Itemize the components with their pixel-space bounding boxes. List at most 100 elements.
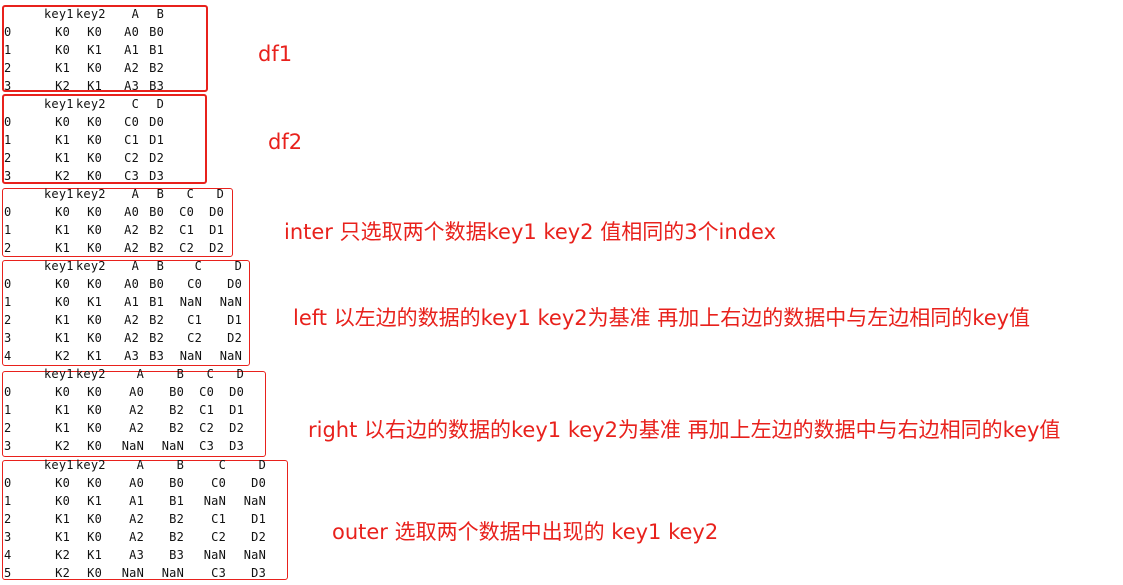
- table-cell: B2: [149, 61, 164, 75]
- table-cell: B1: [169, 494, 184, 508]
- column-header: key1: [44, 97, 74, 111]
- table-cell: K0: [87, 223, 102, 237]
- table-cell: C2: [179, 241, 194, 255]
- row-index: 0: [4, 205, 12, 219]
- table-cell: K0: [55, 205, 70, 219]
- table-cell: D3: [251, 566, 266, 580]
- table-cell: K1: [55, 241, 70, 255]
- table-cell: C2: [124, 151, 139, 165]
- table-cell: B0: [149, 205, 164, 219]
- table-cell: D2: [227, 331, 242, 345]
- table-cell: K1: [55, 530, 70, 544]
- column-header: B: [176, 458, 184, 472]
- row-index: 1: [4, 494, 12, 508]
- table-header-row: key1 key2 A B: [4, 5, 204, 23]
- table-cell: D0: [251, 476, 266, 490]
- row-index: 2: [4, 313, 12, 327]
- table-cell: B2: [149, 331, 164, 345]
- table-cell: C0: [124, 115, 139, 129]
- table-cell: A2: [129, 512, 144, 526]
- table-cell: NaN: [219, 295, 242, 309]
- table-cell: K1: [55, 512, 70, 526]
- table-cell: NaN: [243, 548, 266, 562]
- table-cell: K0: [87, 151, 102, 165]
- table-cell: NaN: [161, 566, 184, 580]
- df1-label: df1: [258, 42, 293, 66]
- table-cell: K0: [87, 439, 102, 453]
- table-cell: C2: [199, 421, 214, 435]
- table-cell: K0: [87, 421, 102, 435]
- row-index: 0: [4, 277, 12, 291]
- row-index: 5: [4, 566, 12, 580]
- table-cell: K0: [87, 313, 102, 327]
- table-cell: B2: [149, 223, 164, 237]
- table-cell: B0: [169, 385, 184, 399]
- table-cell: C1: [211, 512, 226, 526]
- column-header: A: [131, 7, 139, 21]
- column-header: D: [236, 367, 244, 381]
- column-header: D: [216, 187, 224, 201]
- column-header: A: [131, 259, 139, 273]
- table-cell: K0: [55, 494, 70, 508]
- table-cell: A0: [129, 476, 144, 490]
- table-cell: K0: [87, 169, 102, 182]
- table-cell: C3: [124, 169, 139, 182]
- column-header: C: [218, 458, 226, 472]
- table-cell: K0: [87, 277, 102, 291]
- table-cell: D2: [251, 530, 266, 544]
- table-cell: C1: [199, 403, 214, 417]
- row-index: 1: [4, 223, 12, 237]
- row-index: 0: [4, 25, 12, 39]
- table-cell: K2: [55, 79, 70, 90]
- table-cell: K1: [87, 548, 102, 562]
- table-cell: K1: [55, 331, 70, 345]
- table-cell: K1: [87, 79, 102, 90]
- table-cell: D0: [209, 205, 224, 219]
- table-cell: D0: [149, 115, 164, 129]
- table-cell: C3: [211, 566, 226, 580]
- table-cell: B2: [149, 313, 164, 327]
- table-cell: K0: [87, 512, 102, 526]
- table-cell: D1: [149, 133, 164, 147]
- column-header: C: [186, 187, 194, 201]
- table-cell: K2: [55, 566, 70, 580]
- row-index: 1: [4, 43, 12, 57]
- inner-merge-label: inter 只选取两个数据key1 key2 值相同的3个index: [284, 220, 777, 244]
- table-cell: K0: [87, 115, 102, 129]
- row-index: 3: [4, 79, 12, 90]
- table-cell: A2: [124, 331, 139, 345]
- table-cell: K0: [55, 25, 70, 39]
- df2-table: key1 key2 C D 0 K0 K0 C0 D0 1 K1 K0 C1 D1 2 K1 K0 C2 D2 3 K2…: [4, 95, 204, 182]
- table-cell: K1: [55, 151, 70, 165]
- table-cell: B2: [149, 241, 164, 255]
- df2-label: df2: [268, 130, 303, 154]
- table-row: 2 K1 K0 C2 D2: [4, 149, 204, 167]
- table-cell: K0: [87, 476, 102, 490]
- table-cell: K1: [55, 133, 70, 147]
- table-cell: D2: [229, 421, 244, 435]
- table-cell: K0: [87, 205, 102, 219]
- table-row: 1 K1 K0 C1 D1: [4, 131, 204, 149]
- row-index: 1: [4, 403, 12, 417]
- column-header: D: [258, 458, 266, 472]
- table-cell: NaN: [179, 295, 202, 309]
- table-cell: K0: [87, 385, 102, 399]
- row-index: 0: [4, 115, 12, 129]
- table-cell: K1: [55, 61, 70, 75]
- column-header: C: [131, 97, 139, 111]
- column-header: key1: [44, 7, 74, 21]
- table-row: 0 K0 K0 C0 D0: [4, 113, 204, 131]
- table-cell: C0: [179, 205, 194, 219]
- table-row: 3 K2 K1 A3 B3: [4, 77, 204, 90]
- row-index: 1: [4, 295, 12, 309]
- column-header: C: [206, 367, 214, 381]
- table-cell: K2: [55, 169, 70, 182]
- table-cell: K0: [87, 403, 102, 417]
- table-cell: K0: [87, 25, 102, 39]
- row-index: 3: [4, 169, 12, 182]
- table-cell: K0: [55, 476, 70, 490]
- table-cell: A0: [129, 385, 144, 399]
- table-cell: K1: [55, 421, 70, 435]
- table-cell: NaN: [203, 494, 226, 508]
- table-cell: C0: [211, 476, 226, 490]
